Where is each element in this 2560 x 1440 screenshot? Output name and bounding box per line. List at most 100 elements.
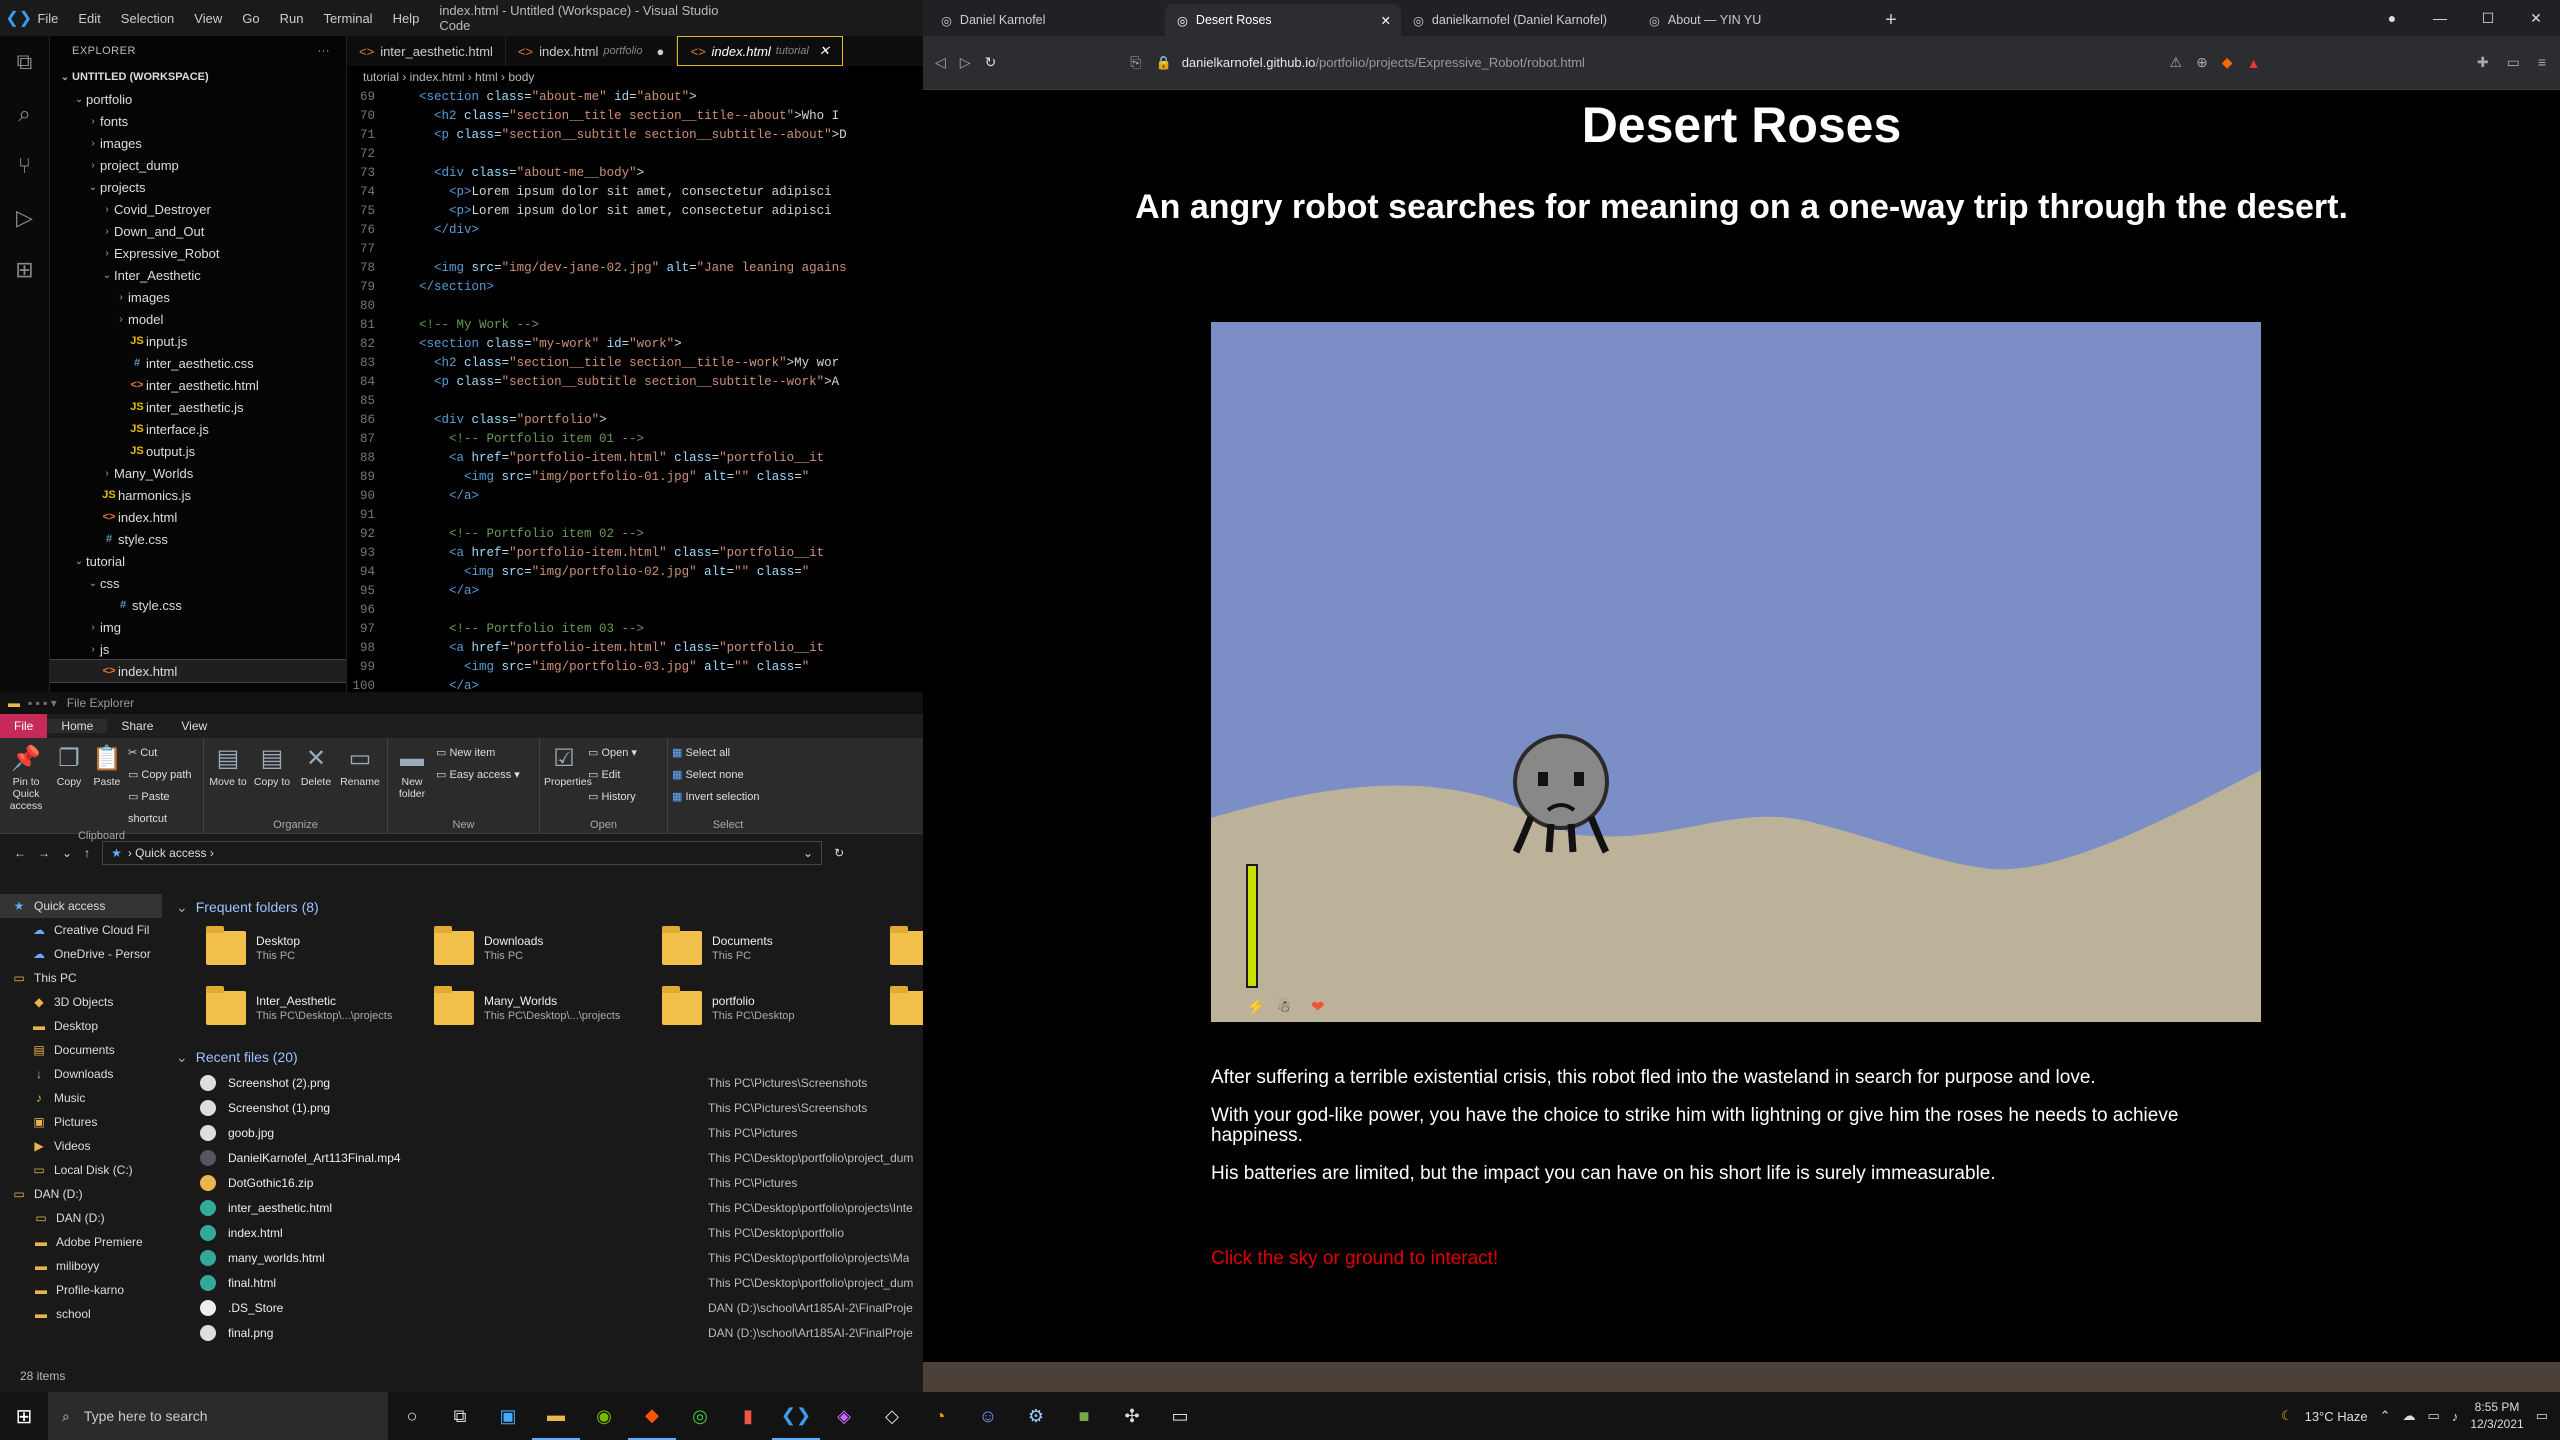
menu-item-run[interactable]: Run [280, 11, 304, 26]
menu-item-file[interactable]: File [37, 11, 58, 26]
tools-icon[interactable]: ✣ [1108, 1392, 1156, 1440]
properties-button[interactable]: ☑ Properties [544, 742, 592, 808]
brave-taskbar-icon[interactable]: ◆ [628, 1392, 676, 1440]
history-button[interactable]: ▭ History [588, 786, 637, 808]
paste-shortcut-button[interactable]: ▭ Paste shortcut [128, 786, 199, 830]
browser-tab[interactable]: ◎ danielkarnofel (Daniel Karnofel) [1401, 4, 1637, 36]
blender-icon[interactable]: ◔ [916, 1392, 964, 1440]
close-tab-icon[interactable]: ✕ [819, 43, 830, 59]
chrome-icon[interactable]: ◎ [676, 1392, 724, 1440]
recent-files-header[interactable]: ⌄ Recent files (20) [170, 1044, 923, 1070]
tree-item[interactable]: JS interface.js [50, 418, 346, 440]
extensions-puzzle-icon[interactable]: ✚ [2477, 54, 2489, 71]
tree-item[interactable]: ⌄ portfolio [50, 88, 346, 110]
recent-file-row[interactable]: Screenshot (2).png This PC\Pictures\Scree… [170, 1070, 923, 1095]
store-icon[interactable]: ▣ [484, 1392, 532, 1440]
tree-item[interactable]: <> inter_aesthetic.html [50, 374, 346, 396]
folder-tile[interactable]: Many_Worlds This PC\Desktop\...\projects [434, 980, 662, 1036]
address-dropdown-icon[interactable]: ⌄ [803, 846, 813, 860]
editor-tab[interactable]: <> inter_aesthetic.html [347, 36, 506, 66]
minimize-icon[interactable]: — [2416, 10, 2464, 26]
new-item-button[interactable]: ▭ New item [436, 742, 520, 764]
copy-to-button[interactable]: ▤ Copy to [252, 742, 292, 788]
unity-icon[interactable]: ◇ [868, 1392, 916, 1440]
new-folder-button[interactable]: ▬ New folder [392, 742, 432, 800]
recent-file-row[interactable]: Screenshot (1).png This PC\Pictures\Scree… [170, 1095, 923, 1120]
game-canvas[interactable]: ⚡ ☃ ❤ [1211, 322, 2261, 1022]
nav-item[interactable]: ▭ This PC [0, 966, 162, 990]
folder-tile[interactable]: Desktop This PC [206, 920, 434, 976]
nav-item[interactable]: ↓ Downloads [0, 1062, 162, 1086]
rename-button[interactable]: ▭ Rename [340, 742, 380, 788]
browser-tab[interactable]: ◎ Daniel Karnofel [929, 4, 1165, 36]
recent-dropdown-icon[interactable]: ⌄ [62, 846, 72, 860]
tree-item[interactable]: › images [50, 286, 346, 308]
volume-icon[interactable]: ♪ [2452, 1409, 2459, 1424]
wallet-icon[interactable]: ▭ [2507, 54, 2520, 71]
brave-shield-icon[interactable]: ◆ [2222, 54, 2233, 71]
zoom-icon[interactable]: ⊕ [2196, 54, 2208, 71]
nav-item[interactable]: ▭ DAN (D:) [0, 1206, 162, 1230]
tray-expand-icon[interactable]: ⌃ [2380, 1408, 2391, 1424]
menu-item-go[interactable]: Go [242, 11, 259, 26]
cmd-icon[interactable]: ▭ [1156, 1392, 1204, 1440]
ribbon-tab-share[interactable]: Share [107, 719, 167, 733]
easy-access-button[interactable]: ▭ Easy access ▾ [436, 764, 520, 786]
tree-item[interactable]: ⌄ Inter_Aesthetic [50, 264, 346, 286]
tree-item[interactable]: › Covid_Destroyer [50, 198, 346, 220]
copy-button[interactable]: ❐ Copy [52, 742, 86, 830]
weather-icon[interactable]: ☾ [2281, 1408, 2293, 1424]
nav-item[interactable]: ▶ Videos [0, 1134, 162, 1158]
search-icon[interactable]: ⌕ [0, 88, 49, 140]
tree-item[interactable]: JS inter_aesthetic.js [50, 396, 346, 418]
source-control-icon[interactable]: ⑂ [0, 140, 49, 192]
tree-item[interactable]: › model [50, 308, 346, 330]
editor-tab[interactable]: <> index.html tutorial ✕ [677, 36, 843, 66]
tree-item[interactable]: › img [50, 616, 346, 638]
nav-item[interactable]: ▬ miliboyy [0, 1254, 162, 1278]
browser-tab[interactable]: ◎ Desert Roses ✕ [1165, 4, 1401, 36]
up-arrow-icon[interactable]: ↑ [84, 846, 90, 860]
file-explorer-taskbar-icon[interactable]: ▬ [532, 1392, 580, 1440]
open-button[interactable]: ▭ Open ▾ [588, 742, 637, 764]
tree-item[interactable]: JS harmonics.js [50, 484, 346, 506]
forward-arrow-icon[interactable]: → [38, 846, 50, 860]
folder-tile[interactable]: Downloads This PC [434, 920, 662, 976]
run-debug-icon[interactable]: ▷ [0, 192, 49, 244]
url-bar[interactable]: 🔒 danielkarnofel.github.io/portfolio/proj… [1156, 48, 2156, 78]
weather-text[interactable]: 13°C Haze [2305, 1409, 2368, 1424]
nav-item[interactable]: ★ Quick access [0, 894, 162, 918]
brave-rewards-icon[interactable]: ▲ [2247, 55, 2261, 71]
invert-selection-button[interactable]: ▦ Invert selection [672, 786, 784, 808]
folder-tile[interactable]: Documents This PC [662, 920, 890, 976]
tree-item[interactable]: › Down_and_Out [50, 220, 346, 242]
recent-file-row[interactable]: final.html This PC\Desktop\portfolio\proj… [170, 1270, 923, 1295]
tree-item[interactable]: › Many_Worlds [50, 462, 346, 484]
tree-item[interactable]: ⌄ css [50, 572, 346, 594]
minecraft-icon[interactable]: ■ [1060, 1392, 1108, 1440]
translate-icon[interactable]: ⚠ [2170, 54, 2183, 71]
nav-item[interactable]: ♪ Music [0, 1086, 162, 1110]
tree-item[interactable]: # inter_aesthetic.css [50, 352, 346, 374]
nav-item[interactable]: ◆ 3D Objects [0, 990, 162, 1014]
move-to-button[interactable]: ▤ Move to [208, 742, 248, 788]
nav-item[interactable]: ▬ Adobe Premiere [0, 1230, 162, 1254]
close-tab-icon[interactable]: ✕ [1381, 13, 1391, 28]
nav-item[interactable]: ▬ school [0, 1302, 162, 1326]
menu-item-selection[interactable]: Selection [121, 11, 174, 26]
notifications-icon[interactable]: ▭ [2536, 1408, 2548, 1424]
maximize-icon[interactable]: ☐ [2464, 10, 2512, 27]
back-arrow-icon[interactable]: ← [14, 846, 26, 860]
network-icon[interactable]: ▭ [2428, 1408, 2440, 1424]
cut-button[interactable]: ✂ Cut [128, 742, 199, 764]
heart-icon[interactable]: ❤ [1311, 999, 1324, 1016]
figma-icon[interactable]: ◈ [820, 1392, 868, 1440]
nav-item[interactable]: ▭ Local Disk (C:) [0, 1158, 162, 1182]
recent-file-row[interactable]: many_worlds.html This PC\Desktop\portfoli… [170, 1245, 923, 1270]
onedrive-icon[interactable]: ☁ [2403, 1408, 2416, 1424]
tree-item[interactable]: › js [50, 638, 346, 660]
delete-button[interactable]: ✕ Delete [296, 742, 336, 788]
nav-item[interactable]: ▬ Desktop [0, 1014, 162, 1038]
tree-item[interactable]: <> index.html [50, 506, 346, 528]
select-none-button[interactable]: ▦ Select none [672, 764, 784, 786]
